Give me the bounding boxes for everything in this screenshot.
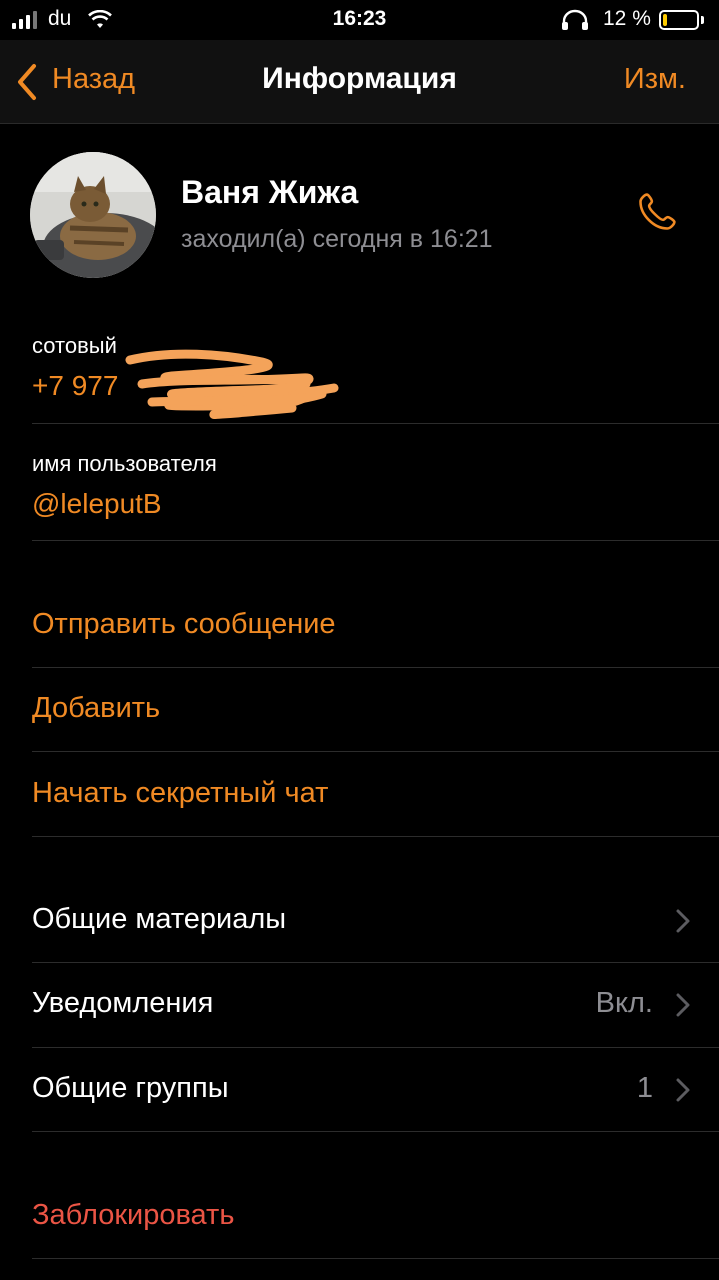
- battery-cap: [701, 16, 704, 24]
- notifications-label: Уведомления: [32, 987, 214, 1019]
- divider: [32, 836, 719, 837]
- chevron-right-icon: [676, 909, 690, 933]
- common-groups-row[interactable]: Общие группы 1: [0, 1048, 719, 1132]
- contact-name: Ваня Жижа: [181, 174, 359, 210]
- chevron-right-icon: [676, 993, 690, 1017]
- phone-number[interactable]: +7 977: [32, 370, 118, 402]
- divider: [32, 423, 719, 424]
- notifications-row[interactable]: Уведомления Вкл.: [0, 963, 719, 1047]
- navigation-bar: Назад Информация Изм.: [0, 40, 719, 124]
- edit-button[interactable]: Изм.: [624, 63, 686, 96]
- username-value[interactable]: @leleputB: [32, 488, 162, 520]
- chevron-right-icon: [676, 1078, 690, 1102]
- divider: [32, 667, 719, 668]
- divider: [32, 1258, 719, 1259]
- redaction-scribble: [125, 349, 339, 420]
- phone-call-icon[interactable]: [635, 190, 679, 234]
- block-user-button[interactable]: Заблокировать: [32, 1199, 234, 1232]
- phone-label: сотовый: [32, 333, 117, 358]
- battery-icon: [659, 10, 699, 30]
- battery-percent: 12 %: [603, 7, 651, 30]
- shared-media-label: Общие материалы: [32, 903, 287, 935]
- avatar[interactable]: [30, 152, 156, 278]
- last-seen-status: заходил(а) сегодня в 16:21: [181, 225, 493, 253]
- divider: [32, 540, 719, 541]
- status-bar: du 16:23 12 %: [0, 0, 719, 40]
- send-message-button[interactable]: Отправить сообщение: [32, 608, 336, 641]
- divider: [32, 751, 719, 752]
- page-title: Информация: [262, 62, 457, 95]
- notifications-value: Вкл.: [595, 987, 653, 1019]
- common-groups-count: 1: [636, 1072, 653, 1104]
- headphones-icon: [562, 9, 588, 30]
- username-label: имя пользователя: [32, 451, 217, 476]
- add-contact-button[interactable]: Добавить: [32, 692, 160, 725]
- common-groups-label: Общие группы: [32, 1072, 229, 1104]
- cat-photo-icon: [30, 152, 156, 278]
- divider: [32, 1131, 719, 1132]
- shared-media-row[interactable]: Общие материалы: [0, 878, 719, 962]
- secret-chat-button[interactable]: Начать секретный чат: [32, 777, 328, 810]
